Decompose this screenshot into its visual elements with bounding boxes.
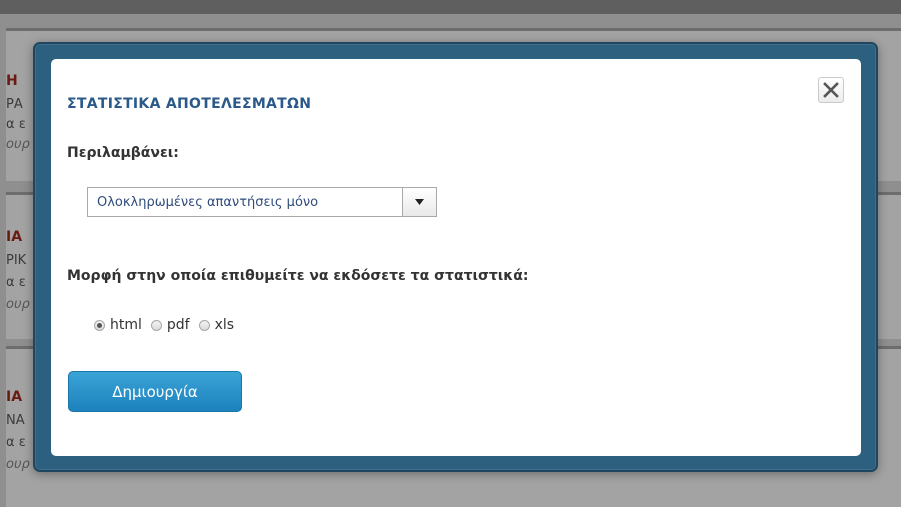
- includes-label: Περιλαμβάνει:: [67, 145, 179, 161]
- radio-pdf[interactable]: [150, 319, 162, 331]
- format-label: Μορφή στην οποία επιθυμείτε να εκδόσετε …: [67, 268, 529, 284]
- radio-xls[interactable]: [198, 319, 210, 331]
- dialog-title: ΣΤΑΤΙΣΤΙΚΑ ΑΠΟΤΕΛΕΣΜΑΤΩΝ: [67, 96, 312, 112]
- create-button[interactable]: Δημιουργία: [68, 371, 242, 412]
- format-option-pdf[interactable]: pdf: [150, 317, 190, 333]
- radio-label-html: html: [110, 317, 142, 333]
- radio-label-pdf: pdf: [166, 317, 190, 333]
- radio-label-xls: xls: [214, 317, 235, 333]
- chevron-down-icon: [415, 199, 424, 205]
- close-icon: [823, 82, 839, 98]
- select-dropdown-button[interactable]: [402, 188, 436, 216]
- background-top-bar: [0, 0, 901, 14]
- format-option-xls[interactable]: xls: [198, 317, 235, 333]
- format-option-html[interactable]: html: [94, 317, 142, 333]
- format-radio-group: html pdf xls: [94, 316, 243, 334]
- close-button[interactable]: [818, 77, 844, 103]
- radio-html[interactable]: [94, 319, 105, 331]
- includes-select[interactable]: Ολοκληρωμένες απαντήσεις μόνο: [87, 187, 437, 217]
- includes-select-value: Ολοκληρωμένες απαντήσεις μόνο: [97, 195, 319, 210]
